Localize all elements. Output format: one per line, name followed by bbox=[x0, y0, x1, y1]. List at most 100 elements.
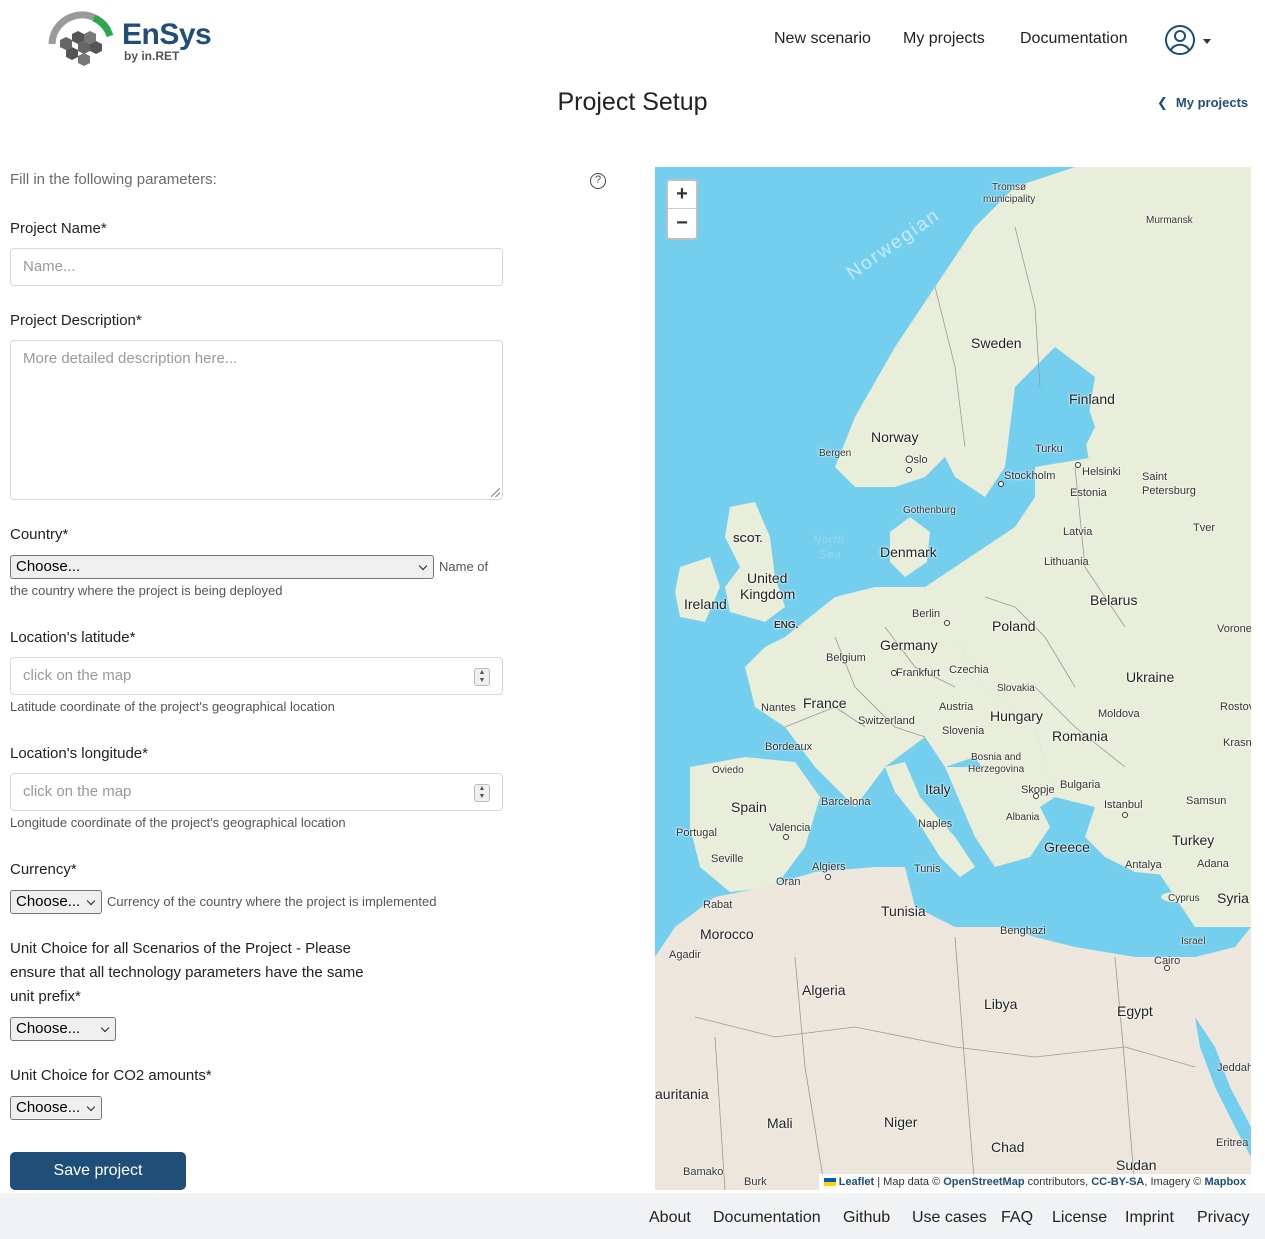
unit-choice-label-line3: unit prefix* bbox=[10, 988, 81, 1005]
map-label-country: Bulgaria bbox=[1060, 779, 1101, 791]
co2-unit-label: Unit Choice for CO2 amounts* bbox=[10, 1067, 212, 1084]
map-city-marker bbox=[944, 620, 950, 626]
chevron-down-icon bbox=[86, 896, 96, 906]
nav-new-scenario[interactable]: New scenario bbox=[774, 30, 871, 48]
footer-link-privacy[interactable]: Privacy bbox=[1197, 1209, 1249, 1227]
map-label-country: Ukraine bbox=[1126, 669, 1175, 685]
footer-link-license[interactable]: License bbox=[1052, 1209, 1107, 1227]
chevron-down-icon bbox=[86, 1102, 96, 1112]
footer-link-faq[interactable]: FAQ bbox=[1001, 1209, 1033, 1227]
map-city-marker bbox=[1164, 965, 1170, 971]
map-label-city: Istanbul bbox=[1104, 799, 1143, 811]
footer-link-github[interactable]: Github bbox=[843, 1209, 890, 1227]
attribution-text: , Imagery © bbox=[1144, 1176, 1205, 1188]
map-label-country: Hungary bbox=[990, 708, 1043, 724]
zoom-out-button[interactable]: − bbox=[668, 210, 696, 238]
chevron-down-icon bbox=[418, 561, 428, 571]
map-city-marker bbox=[891, 670, 897, 676]
project-name-label: Project Name* bbox=[10, 220, 107, 237]
map-label-city: Turku bbox=[1035, 443, 1063, 455]
footer-link-use-cases[interactable]: Use cases bbox=[912, 1209, 987, 1227]
map-label-city: Barcelona bbox=[821, 796, 871, 808]
unit-choice-select[interactable]: Choose... bbox=[10, 1017, 116, 1041]
back-link-label: My projects bbox=[1175, 95, 1249, 110]
co2-unit-select-value: Choose... bbox=[16, 1099, 81, 1116]
currency-select[interactable]: Choose... bbox=[10, 890, 102, 914]
map-label-city: Antalya bbox=[1125, 859, 1162, 871]
map-label-country: Herzegovina bbox=[968, 764, 1025, 775]
map-label-country: Poland bbox=[992, 618, 1036, 634]
map-label-country: Germany bbox=[880, 637, 938, 653]
project-description-textarea[interactable]: More detailed description here... bbox=[10, 340, 503, 500]
map-label-sea-north: North bbox=[813, 534, 845, 546]
ensys-logo[interactable]: EnSys by in.RET bbox=[46, 10, 216, 68]
map-label-city: Burk bbox=[744, 1176, 767, 1188]
map-label-country: Cyprus bbox=[1168, 893, 1200, 904]
map-label-city: Helsinki bbox=[1082, 466, 1121, 478]
help-icon[interactable]: ? bbox=[590, 173, 606, 189]
unit-choice-select-value: Choose... bbox=[16, 1020, 81, 1037]
map-label-country: Belarus bbox=[1090, 592, 1138, 608]
save-project-button[interactable]: Save project bbox=[10, 1152, 186, 1190]
footer-link-about[interactable]: About bbox=[649, 1209, 691, 1227]
map-label-country: Norway bbox=[871, 429, 919, 445]
map-label-country: Romania bbox=[1052, 728, 1109, 744]
project-name-input[interactable]: Name... bbox=[10, 248, 503, 286]
resize-handle-icon[interactable] bbox=[491, 488, 500, 497]
map-label-country: Egypt bbox=[1117, 1003, 1153, 1019]
header: EnSys by in.RET New scenario My projects… bbox=[0, 0, 1265, 80]
map-label-country: Mali bbox=[767, 1115, 793, 1131]
map-label-city: Bamako bbox=[683, 1166, 724, 1178]
nav-documentation[interactable]: Documentation bbox=[1020, 30, 1128, 48]
map-label-country: Belgium bbox=[826, 652, 866, 664]
map-zoom-control: + − bbox=[666, 179, 698, 240]
country-select-value: Choose... bbox=[16, 558, 81, 575]
co2-unit-select[interactable]: Choose... bbox=[10, 1096, 102, 1120]
map-label-country: Eritrea bbox=[1216, 1137, 1249, 1149]
location-map[interactable]: Norwegian North Sea Sweden Finland Norwa… bbox=[655, 167, 1251, 1190]
map-label-city: Bergen bbox=[819, 448, 852, 459]
number-spinner-icon[interactable]: ▲ ▼ bbox=[474, 668, 490, 686]
nav-my-projects[interactable]: My projects bbox=[903, 30, 985, 48]
map-label-country: Chad bbox=[991, 1139, 1025, 1155]
map-city-marker bbox=[825, 874, 831, 880]
country-help-end: the country where the project is being d… bbox=[10, 583, 283, 598]
map-label-country: Kingdom bbox=[740, 586, 796, 602]
user-menu[interactable] bbox=[1164, 24, 1214, 58]
back-to-my-projects-link[interactable]: ❮ My projects bbox=[1157, 95, 1248, 111]
footer-link-imprint[interactable]: Imprint bbox=[1125, 1209, 1174, 1227]
map-label-city: Tver bbox=[1193, 522, 1215, 534]
map-label-country: Finland bbox=[1069, 391, 1115, 407]
map-label-country: Niger bbox=[884, 1114, 918, 1130]
map-label-city: Valencia bbox=[769, 822, 811, 834]
map-label-country: Syria bbox=[1217, 890, 1249, 906]
map-label-country: Portugal bbox=[676, 827, 717, 839]
zoom-in-button[interactable]: + bbox=[668, 181, 696, 209]
country-help-start: Name of bbox=[439, 559, 489, 574]
leaflet-link[interactable]: Leaflet bbox=[839, 1176, 874, 1188]
number-spinner-icon[interactable]: ▲ ▼ bbox=[474, 784, 490, 802]
country-select[interactable]: Choose... bbox=[10, 555, 434, 579]
mapbox-link[interactable]: Mapbox bbox=[1204, 1176, 1246, 1188]
longitude-input[interactable]: click on the map ▲ ▼ bbox=[10, 773, 503, 811]
latitude-label: Location's latitude* bbox=[10, 629, 136, 646]
footer-link-documentation[interactable]: Documentation bbox=[713, 1209, 821, 1227]
map-label-city: Saint bbox=[1142, 471, 1168, 483]
map-label-sea-sea: Sea bbox=[819, 549, 842, 561]
latitude-input[interactable]: click on the map ▲ ▼ bbox=[10, 657, 503, 695]
map-city-marker bbox=[906, 467, 912, 473]
attribution-text: | Map data © bbox=[874, 1176, 944, 1188]
map-label-country: Slovenia bbox=[942, 725, 985, 737]
user-avatar-icon bbox=[1165, 25, 1195, 55]
license-link[interactable]: CC-BY-SA bbox=[1091, 1176, 1144, 1188]
map-label-country: Austria bbox=[939, 701, 974, 713]
map-label-city: Murmansk bbox=[1146, 215, 1193, 226]
map-label-country: Greece bbox=[1044, 839, 1090, 855]
map-label-country: Czechia bbox=[949, 664, 989, 676]
currency-label: Currency* bbox=[10, 861, 77, 878]
map-label-city: Adana bbox=[1197, 858, 1229, 870]
osm-link[interactable]: OpenStreetMap bbox=[943, 1176, 1024, 1188]
currency-help: Currency of the country where the projec… bbox=[107, 894, 437, 909]
map-label-city: Algiers bbox=[812, 861, 846, 873]
map-label-country: Denmark bbox=[880, 544, 937, 560]
